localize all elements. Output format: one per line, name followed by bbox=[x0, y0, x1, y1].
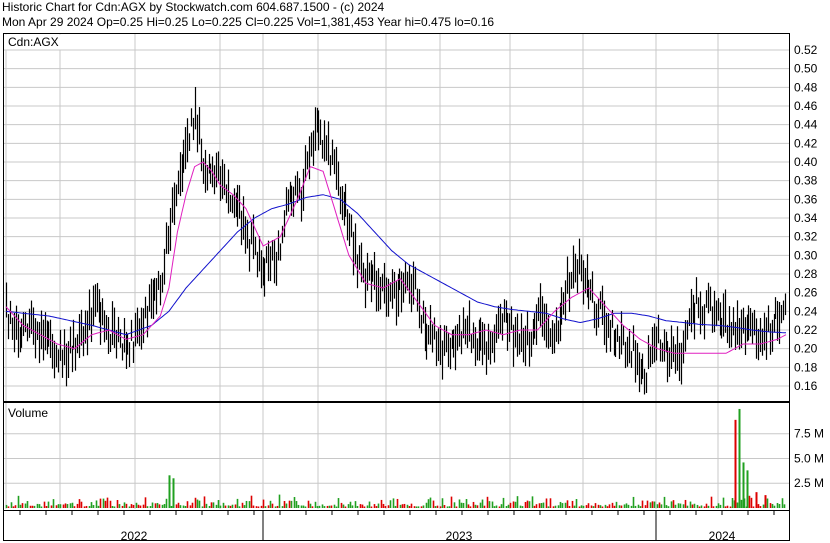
date-x-axis: 2022 2023 2024 bbox=[19, 511, 775, 543]
price-y-tick-label: 0.52 bbox=[794, 43, 818, 57]
volume-y-tick-label: 7.5 M bbox=[794, 427, 824, 441]
price-y-tick-label: 0.28 bbox=[794, 267, 818, 281]
volume-y-axis: 7.5 M 5.0 M 2.5 M bbox=[794, 427, 824, 491]
price-y-tick-label: 0.26 bbox=[794, 286, 818, 300]
price-y-tick-label: 0.34 bbox=[794, 211, 818, 225]
price-y-tick-label: 0.44 bbox=[794, 118, 818, 132]
price-y-tick-label: 0.30 bbox=[794, 248, 818, 262]
price-y-tick-label: 0.42 bbox=[794, 136, 818, 150]
price-y-tick-label: 0.18 bbox=[794, 360, 818, 374]
volume-panel-label: Volume bbox=[8, 406, 48, 420]
price-y-tick-label: 0.40 bbox=[794, 155, 818, 169]
price-y-tick-label: 0.48 bbox=[794, 80, 818, 94]
price-panel-label: Cdn:AGX bbox=[8, 35, 59, 49]
volume-y-tick-label: 2.5 M bbox=[794, 476, 824, 490]
price-y-tick-label: 0.22 bbox=[794, 323, 818, 337]
price-y-tick-label: 0.38 bbox=[794, 174, 818, 188]
price-y-tick-label: 0.50 bbox=[794, 62, 818, 76]
stock-chart: 0.52 0.50 0.48 0.46 0.44 0.42 0.40 0.38 0.36 0.34… bbox=[3, 33, 824, 543]
price-y-tick-label: 0.16 bbox=[794, 379, 818, 393]
volume-gridlines bbox=[4, 403, 789, 509]
volume-panel-frame bbox=[3, 402, 790, 511]
price-y-tick-label: 0.24 bbox=[794, 304, 818, 318]
price-y-tick-label: 0.20 bbox=[794, 342, 818, 356]
price-y-tick-label: 0.36 bbox=[794, 192, 818, 206]
price-y-axis: 0.52 0.50 0.48 0.46 0.44 0.42 0.40 0.38 0.36 0.34… bbox=[794, 43, 818, 393]
price-y-tick-label: 0.46 bbox=[794, 99, 818, 113]
price-y-tick-label: 0.32 bbox=[794, 230, 818, 244]
volume-y-tick-label: 5.0 M bbox=[794, 451, 824, 465]
